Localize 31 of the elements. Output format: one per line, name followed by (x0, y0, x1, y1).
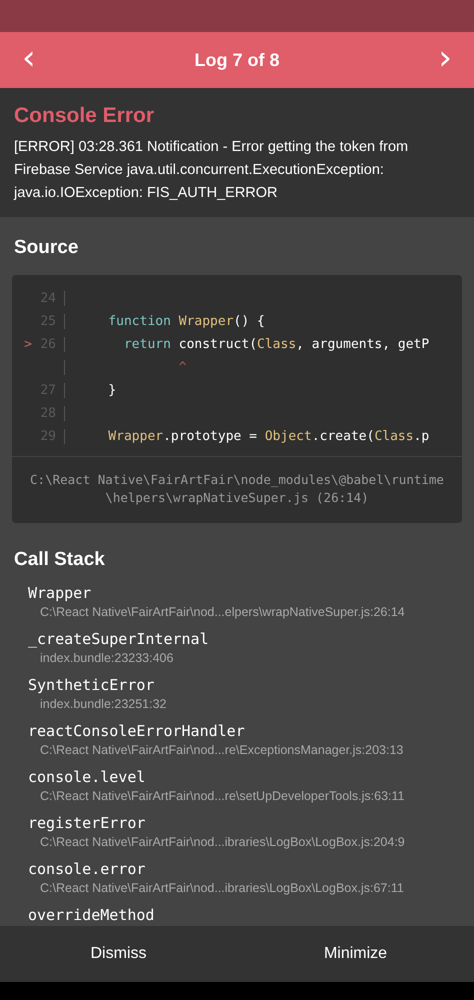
code-line: return construct(Class, arguments, getP (122, 336, 430, 354)
function-name[interactable]: reactConsoleErrorHandler (28, 721, 462, 742)
function-name[interactable]: registerError (28, 813, 462, 834)
frame-location: C:\React Native\FairArtFair\nod...ibraries\LogBox\LogBox.js:204:9 (39, 834, 406, 851)
section-title: Source (13, 236, 80, 260)
log-counter: Log 7 of 8 (194, 50, 280, 70)
previous-button[interactable]: ‹ (14, 41, 44, 79)
function-name[interactable]: SyntheticError (28, 675, 462, 696)
code-line: Wrapper.prototype = Object.create(Class.p (107, 428, 430, 446)
code-line: } (107, 382, 116, 400)
code-line: function Wrapper() { (107, 313, 265, 331)
next-button[interactable]: › (430, 41, 460, 79)
error-title: Console Error (14, 104, 156, 128)
frame-location: C:\React Native\FairArtFair\nod...re\ExceptionsManager.js:203:13 (39, 742, 404, 759)
dismiss-button[interactable]: Dismiss (0, 926, 237, 982)
frame-location: C:\React Native\FairArtFair\nod...re\setUpDeveloperTools.js:63:11 (39, 788, 406, 805)
file-path: C:\React Native\FairArtFair\node_modules\@babel\runtime\helpers\wrapNativeSuper.js (26:14) (12, 456, 462, 523)
line-marker: > (23, 336, 33, 354)
section-title: Call Stack (13, 548, 106, 572)
function-name[interactable]: overrideMethod (28, 905, 462, 926)
function-name[interactable]: Wrapper (28, 583, 462, 604)
minimize-button[interactable]: Minimize (237, 926, 474, 982)
frame-location: index.bundle:23233:406 (39, 650, 174, 667)
function-name[interactable]: console.error (28, 859, 462, 880)
frame-location: C:\React Native\FairArtFair\nod...ibraries\LogBox\LogBox.js:67:11 (39, 880, 405, 897)
frame-location: index.bundle:23251:32 (39, 696, 168, 713)
code-line: ^ (178, 359, 187, 377)
frame-location: C:\React Native\FairArtFair\nod...elpers\wrapNativeSuper.js:26:14 (39, 604, 406, 621)
function-name[interactable]: console.level (28, 767, 462, 788)
function-name[interactable]: _createSuperInternal (28, 629, 462, 650)
error-message: [ERROR] 03:28.361 Notification - Error getting the token from Firebase Service java.util.concurrent.ExecutionException: java.io.IOException: FIS_AUTH_ERROR (14, 138, 410, 203)
